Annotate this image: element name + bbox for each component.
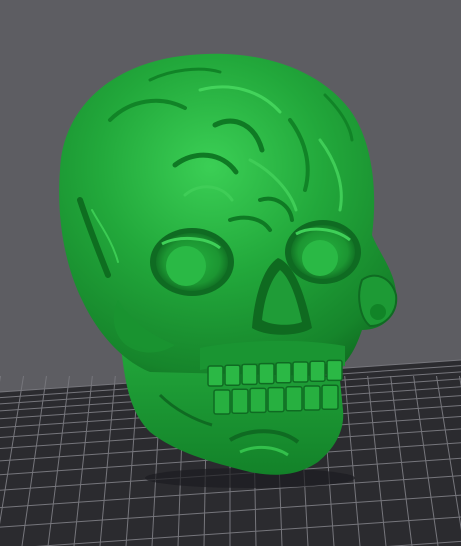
scene-canvas[interactable]	[0, 0, 461, 546]
tooth	[326, 359, 343, 382]
tooth	[309, 360, 326, 382]
lower-teeth	[213, 384, 339, 415]
tooth	[258, 362, 275, 385]
tooth	[207, 365, 224, 387]
tooth	[241, 363, 258, 386]
skull-cranium	[59, 53, 397, 376]
tooth	[285, 386, 303, 412]
tooth	[213, 389, 231, 415]
upper-teeth	[200, 340, 345, 387]
tooth	[267, 386, 285, 413]
tooth	[249, 387, 267, 414]
tooth	[321, 384, 339, 410]
tooth	[231, 388, 249, 414]
tooth	[275, 362, 292, 384]
eye-socket-left	[150, 228, 234, 296]
tooth	[303, 385, 321, 411]
eye-socket-right	[285, 220, 361, 284]
tooth	[292, 361, 309, 383]
tooth	[224, 364, 241, 386]
3d-viewport[interactable]	[0, 0, 461, 546]
